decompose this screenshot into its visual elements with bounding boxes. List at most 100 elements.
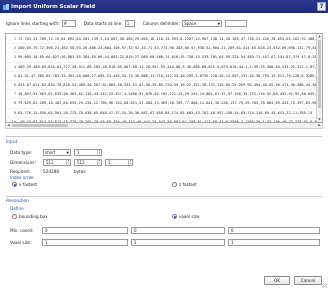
- line-text: 72.703,33.789,74.19,64.092,84.201,139.1,…: [18, 37, 316, 41]
- x-fastest-radio[interactable]: x fastest: [12, 182, 37, 187]
- voxel-size-y-input[interactable]: 1: [131, 239, 225, 246]
- vertical-scroll-thumb[interactable]: [318, 40, 321, 108]
- radio-selected-icon: [172, 214, 177, 219]
- scroll-right-icon[interactable]: ▶: [317, 123, 322, 128]
- voxel-size-z-value: 1: [231, 240, 234, 245]
- resize-grip-icon[interactable]: [322, 283, 327, 288]
- voxel-size-x-value: 1: [45, 240, 48, 245]
- resolution-section-divider: [6, 196, 322, 197]
- spin-arrows-icon[interactable]: ▴ ▾: [66, 159, 70, 165]
- help-button[interactable]: ?: [317, 2, 326, 11]
- data-starts-input[interactable]: 1: [124, 20, 135, 27]
- data-type-count-value: 1: [77, 150, 80, 155]
- line-number: 8: [13, 101, 16, 106]
- line-number: 7: [13, 92, 16, 97]
- column-delimiter-select[interactable]: Space ▼: [182, 20, 223, 27]
- voxel-size-z-input[interactable]: 1: [228, 239, 320, 246]
- line-text: 81.51,47.385,84.783,33.494,48.008,27.095…: [18, 73, 316, 78]
- voxel-size-radio[interactable]: voxel size: [172, 214, 199, 219]
- bounding-box-radio[interactable]: bounding box: [12, 214, 48, 219]
- line-number: 2: [13, 46, 16, 51]
- line-number: 6: [13, 82, 16, 87]
- data-preview-line: 2 280.65,79.72,398.23,362.58,93.28,686.24…: [6, 44, 316, 54]
- data-preview-line: 6 443.67,611.82,654.70,826.52,409.26,207.…: [6, 81, 316, 91]
- voxel-size-x-input[interactable]: 1: [42, 239, 128, 246]
- vertical-scrollbar[interactable]: ▲ ▼: [316, 34, 322, 122]
- required-label: Required:: [10, 169, 31, 174]
- dimension-z-input[interactable]: 1 ▴ ▾: [105, 159, 133, 166]
- spin-arrows-icon[interactable]: ▴ ▾: [97, 159, 101, 165]
- ignore-lines-label: Ignore lines starting with:: [6, 21, 60, 26]
- column-delimiter-label: Column delimiter:: [142, 21, 181, 26]
- data-starts-label: Data starts at line:: [83, 21, 123, 26]
- required-value: 524288: [43, 169, 59, 174]
- min-coord-x-input[interactable]: 0: [42, 227, 128, 234]
- dimension-z-value: 1: [108, 160, 111, 165]
- radio-unselected-icon: [172, 182, 177, 187]
- dimension-x-input[interactable]: 512 ▴ ▾: [43, 159, 71, 166]
- scroll-down-icon[interactable]: ▼: [317, 117, 322, 122]
- min-coord-label: Min. coord:: [10, 228, 34, 233]
- line-text: 99.605,18.85,60.027,20.883,55.384,85.88,…: [18, 55, 316, 60]
- extra-delimiter-input[interactable]: [225, 20, 248, 27]
- scroll-up-icon[interactable]: ▲: [317, 34, 322, 39]
- ok-button[interactable]: OK: [264, 276, 290, 285]
- line-text: 79.629,62.289,16.462,60.635,29.234,12.70…: [18, 101, 316, 106]
- line-text: 280.65,79.72,398.23,362.58,93.28,686.24,…: [18, 46, 316, 51]
- data-preview-line: 3 99.605,18.85,60.027,20.883,55.384,85.88…: [6, 53, 316, 63]
- line-text: 443.67,611.82,654.70,826.52,409.26,207.9…: [18, 82, 316, 87]
- line-number: 4: [13, 64, 16, 69]
- title-bar: Import Uniform Scalar Field ?: [0, 0, 328, 13]
- z-fastest-label: z fastest: [179, 182, 197, 187]
- spin-arrows-icon[interactable]: ▴ ▾: [128, 159, 132, 165]
- data-type-select[interactable]: short ▼: [43, 149, 71, 156]
- data-type-count-input[interactable]: 1 ▴ ▾: [74, 149, 102, 156]
- data-type-value: short: [45, 150, 56, 155]
- window-title: Import Uniform Scalar Field: [11, 3, 96, 10]
- scroll-left-icon[interactable]: ◀: [6, 123, 11, 128]
- data-preview-lines: 1 72.703,33.789,74.19,64.092,84.201,139.1…: [6, 35, 316, 122]
- horizontal-scroll-thumb[interactable]: [12, 124, 68, 127]
- input-section-title: Input: [6, 140, 18, 145]
- line-number: 3: [13, 55, 16, 60]
- data-preview-line: 8 79.629,62.289,16.462,60.635,29.234,12.7…: [6, 99, 316, 109]
- data-preview[interactable]: 1 72.703,33.789,74.19,64.092,84.201,139.1…: [5, 33, 323, 123]
- chevron-down-icon: ▼: [217, 22, 221, 26]
- min-coord-z-input[interactable]: 0: [228, 227, 320, 234]
- dimension-x-value: 512: [46, 160, 54, 165]
- app-icon: [3, 3, 9, 10]
- data-preview-line: 9 63.776,12.556,65.501,26.723,78.038,65.6…: [6, 109, 316, 118]
- import-settings-row: Ignore lines starting with: # Data start…: [6, 19, 248, 28]
- radio-selected-icon: [12, 182, 17, 187]
- voxel-size-field-label: Voxel size:: [10, 240, 32, 245]
- x-fastest-label: x fastest: [19, 182, 38, 187]
- resolution-section-title: Resolution: [6, 199, 29, 204]
- index-order-title: Index order: [10, 175, 35, 180]
- line-text: 409.49,409.65,654.82,727.28,511.66,185.2…: [18, 64, 316, 69]
- cancel-button[interactable]: Cancel: [294, 276, 322, 285]
- bounding-box-label: bounding box: [19, 214, 48, 219]
- min-coord-y-input[interactable]: 0: [131, 227, 225, 234]
- dimensions-label: Dimensions:: [10, 160, 36, 165]
- line-number: 9: [13, 110, 16, 115]
- min-coord-x-value: 0: [45, 228, 48, 233]
- data-preview-line: 1 72.703,33.789,74.19,64.092,84.201,139.1…: [6, 35, 316, 45]
- data-preview-line: 4 409.49,409.65,654.82,727.28,511.66,185.…: [6, 63, 316, 72]
- chevron-down-icon: ▼: [66, 151, 69, 155]
- ignore-lines-input[interactable]: #: [61, 20, 76, 27]
- radio-unselected-icon: [12, 214, 17, 219]
- horizontal-scrollbar[interactable]: ◀ ▶: [5, 123, 323, 129]
- required-unit: bytes: [74, 169, 86, 174]
- spin-arrows-icon[interactable]: ▴ ▾: [97, 149, 101, 155]
- voxel-size-y-value: 1: [134, 240, 137, 245]
- column-delimiter-value: Space: [184, 21, 197, 26]
- min-coord-y-value: 0: [134, 228, 137, 233]
- dimension-y-value: 512: [77, 160, 85, 165]
- dimension-y-input[interactable]: 512 ▴ ▾: [74, 159, 102, 166]
- line-text: 63.776,12.556,65.501,26.723,78.038,65.64…: [18, 110, 313, 115]
- z-fastest-radio[interactable]: z fastest: [172, 182, 197, 187]
- define-title: Define: [10, 206, 24, 211]
- data-type-label: Data type:: [10, 150, 33, 155]
- voxel-size-radio-label: voxel size: [179, 214, 200, 219]
- line-number: 1: [13, 37, 16, 41]
